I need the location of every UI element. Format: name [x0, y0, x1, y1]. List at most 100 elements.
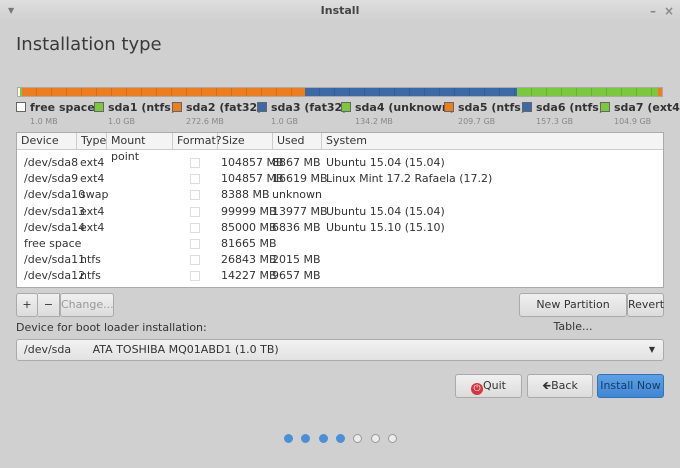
column-header[interactable]: System [322, 133, 663, 149]
table-row[interactable]: /dev/sda9 ext4 104857 MB 16619 MB Linux Mint… [17, 171, 663, 187]
legend-item: sda3 (fat32) 1.0 GB [257, 101, 347, 126]
progress-dot [284, 434, 293, 443]
bootloader-device: /dev/sda [24, 343, 72, 356]
legend-item: sda1 (ntfs) 1.0 GB [94, 101, 176, 126]
legend-swatch [600, 102, 610, 112]
column-header[interactable]: Type [77, 133, 107, 149]
column-header[interactable]: Device [17, 133, 77, 149]
format-checkbox[interactable] [190, 206, 200, 217]
add-partition-button[interactable]: + [16, 293, 38, 317]
cell-type: ext4 [80, 172, 105, 186]
legend-name: sda1 (ntfs) [108, 101, 176, 114]
column-header[interactable]: Format? [173, 133, 222, 149]
cell-size: 81665 MB [221, 237, 277, 250]
minimize-button[interactable]: – [650, 0, 656, 22]
column-header[interactable]: Size [218, 133, 273, 149]
table-row[interactable]: /dev/sda13 ext4 99999 MB 13977 MB Ubuntu 15.… [17, 204, 663, 220]
cell-system: Ubuntu 15.04 (15.04) [326, 204, 445, 218]
partition-table[interactable]: Device Type Mount point Format? Size Used Syst… [16, 132, 664, 288]
format-checkbox[interactable] [190, 271, 200, 282]
legend-swatch [257, 102, 267, 112]
progress-dot [387, 434, 397, 443]
table-row[interactable]: free space 81665 MB [17, 236, 663, 252]
legend-size: 157.3 GB [536, 117, 574, 126]
table-row[interactable]: /dev/sda11 ntfs 26843 MB 2015 MB [17, 252, 663, 268]
legend-size: 104.9 GB [614, 117, 652, 126]
legend-swatch [341, 102, 351, 112]
cell-size: 14227 MB [221, 269, 277, 283]
cell-size: 26843 MB [221, 253, 277, 267]
partition-segment [304, 88, 517, 96]
change-partition-button[interactable]: Change... [60, 293, 114, 317]
legend-size: 134.2 MB [355, 117, 393, 126]
cell-device: /dev/sda13 [24, 204, 86, 218]
cell-type: ext4 [80, 156, 105, 169]
legend-name: free space [30, 101, 95, 114]
cell-device: /dev/sda8 [24, 156, 79, 169]
quit-label: Quit [483, 379, 506, 392]
cell-used: 8867 MB [272, 156, 321, 169]
partition-segment [658, 88, 662, 96]
progress-dot [353, 434, 363, 443]
legend-item: sda7 (ext4 104.9 GB [600, 101, 680, 126]
partition-segment [22, 88, 305, 96]
legend-item: sda5 (ntfs) 209.7 GB [444, 101, 526, 126]
progress-dot [370, 434, 380, 443]
legend-size: 1.0 MB [30, 117, 58, 126]
partition-legend: free space 1.0 MB sda1 (ntfs) 1.0 GB sda2 (f… [16, 101, 680, 131]
cell-size: 85000 MB [221, 220, 277, 234]
format-checkbox[interactable] [190, 239, 200, 249]
legend-item: sda4 (unknown) 134.2 MB [341, 101, 455, 126]
table-row[interactable]: /dev/sda12 ntfs 14227 MB 9657 MB [17, 268, 663, 284]
cell-used: 6836 MB [272, 220, 321, 234]
title-bar: ▼ Install – × [0, 0, 680, 22]
cell-type: ntfs [80, 253, 101, 267]
legend-name: sda6 (ntfs) [536, 101, 604, 114]
legend-swatch [94, 102, 104, 112]
cell-type: ext4 [80, 204, 105, 218]
progress-dot [301, 434, 311, 443]
legend-size: 1.0 GB [271, 117, 298, 126]
cell-used: 9657 MB [272, 269, 321, 283]
legend-name: sda3 (fat32) [271, 101, 348, 114]
table-row[interactable]: /dev/sda14 ext4 85000 MB 6836 MB Ubuntu 15.1… [17, 220, 663, 236]
install-now-button[interactable]: Install Now [597, 374, 664, 398]
bootloader-label: Device for boot loader installation: [16, 321, 207, 334]
legend-swatch [16, 102, 26, 112]
cell-used: 13977 MB [272, 204, 328, 218]
cell-type: ext4 [80, 220, 105, 234]
cell-used: unknown [272, 188, 322, 202]
window-menu-icon[interactable]: ▼ [8, 0, 14, 22]
cell-used: 16619 MB [272, 172, 328, 186]
format-checkbox[interactable] [190, 190, 200, 201]
cell-used: 2015 MB [272, 253, 321, 267]
legend-item: sda6 (ntfs) 157.3 GB [522, 101, 604, 126]
legend-item: free space 1.0 MB [16, 101, 95, 126]
legend-name: sda4 (unknown) [355, 101, 455, 114]
cell-device: free space [24, 237, 82, 250]
format-checkbox[interactable] [190, 174, 200, 185]
partition-segment [516, 88, 659, 96]
close-button[interactable]: × [664, 0, 674, 22]
format-checkbox[interactable] [190, 158, 200, 168]
back-arrow-icon: 🡸 [542, 379, 552, 392]
bootloader-device-select[interactable]: /dev/sda ATA TOSHIBA MQ01ABD1 (1.0 TB) ▼ [16, 339, 664, 361]
back-button[interactable]: 🡸Back [527, 374, 593, 398]
quit-button[interactable]: ⏻ Quit [455, 374, 522, 398]
table-row[interactable]: /dev/sda8 ext4 104857 MB 8867 MB Ubuntu 15.0… [17, 155, 663, 171]
revert-button[interactable]: Revert [627, 293, 664, 317]
legend-name: sda5 (ntfs) [458, 101, 526, 114]
format-checkbox[interactable] [190, 222, 200, 233]
column-header[interactable]: Mount point [107, 133, 173, 163]
cell-device: /dev/sda10 [24, 188, 86, 202]
remove-partition-button[interactable]: − [38, 293, 60, 317]
window-title: Install [320, 4, 360, 17]
new-partition-table-button[interactable]: New Partition Table... [519, 293, 627, 333]
legend-swatch [172, 102, 182, 112]
cell-system: Ubuntu 15.10 (15.10) [326, 220, 445, 234]
legend-size: 272.6 MB [186, 117, 224, 126]
table-row[interactable]: /dev/sda10 swap 8388 MB unknown [17, 187, 663, 203]
cell-device: /dev/sda12 [24, 269, 86, 283]
column-header[interactable]: Used [273, 133, 322, 149]
format-checkbox[interactable] [190, 255, 200, 266]
